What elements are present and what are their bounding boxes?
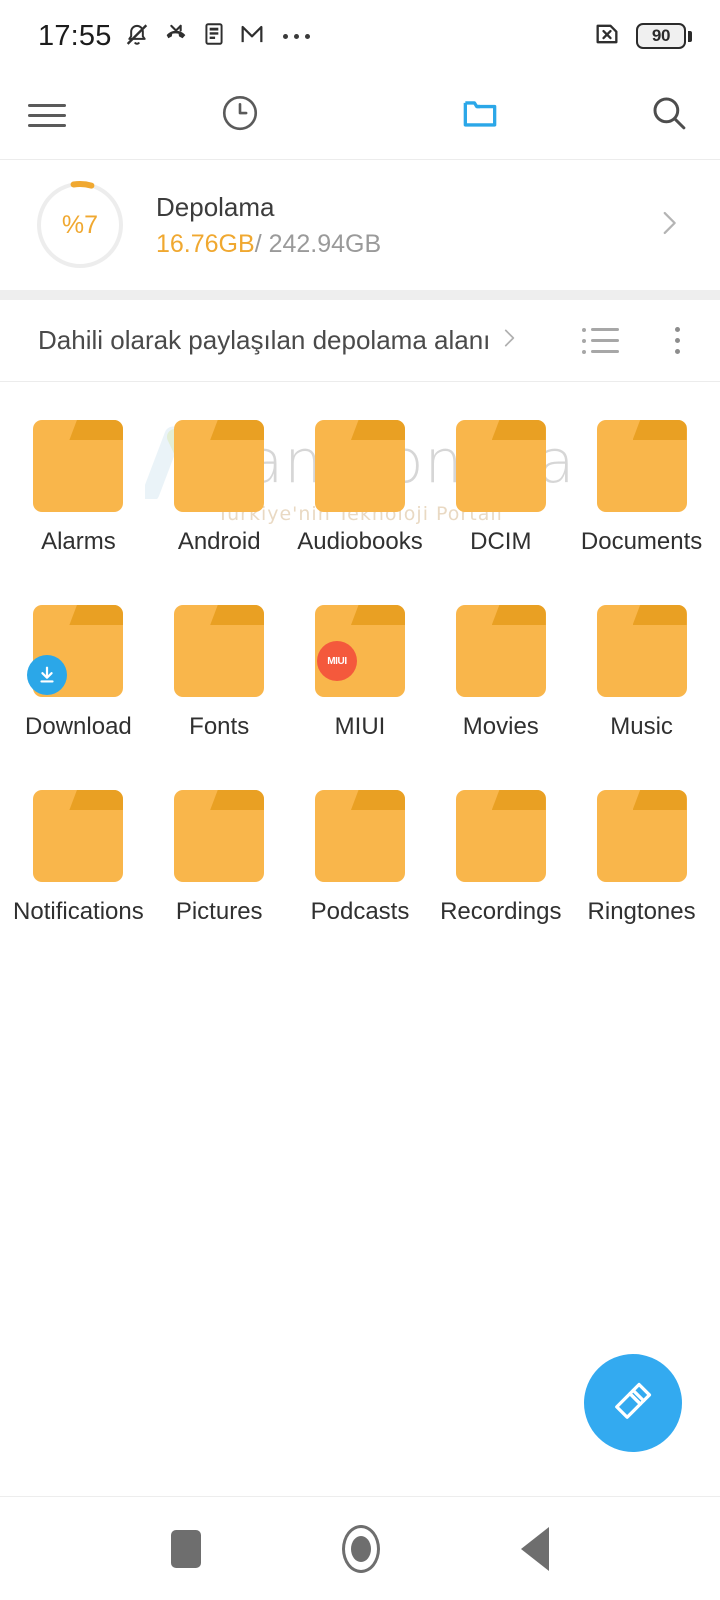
note-icon bbox=[201, 21, 227, 52]
folder-label: Movies bbox=[462, 713, 539, 740]
status-bar-left: 17:55 bbox=[38, 20, 310, 53]
folder-icon bbox=[455, 605, 546, 697]
storage-used-value: 16.76GB bbox=[156, 229, 255, 258]
folder-item[interactable]: Alarms bbox=[8, 410, 149, 595]
folder-icon bbox=[596, 790, 687, 882]
folder-icon bbox=[455, 420, 546, 512]
folder-item[interactable]: Audiobooks bbox=[290, 410, 431, 595]
more-dots-icon bbox=[282, 33, 310, 39]
chevron-right-icon bbox=[652, 206, 686, 245]
folder-label: Fonts bbox=[189, 713, 250, 740]
folder-icon bbox=[174, 420, 265, 512]
storage-usage: 16.76GB/ 242.94GB bbox=[156, 230, 381, 259]
battery-level: 90 bbox=[651, 26, 671, 45]
missed-call-icon bbox=[162, 20, 190, 53]
folder-label: Ringtones bbox=[587, 898, 696, 925]
folder-tab-icon bbox=[458, 91, 502, 140]
folder-item[interactable]: MIUI MIUI bbox=[290, 595, 431, 780]
folder-icon: MIUI bbox=[314, 605, 405, 697]
breadcrumb[interactable]: Dahili olarak paylaşılan depolama alanı bbox=[38, 325, 522, 356]
miui-badge-icon: MIUI bbox=[316, 641, 357, 681]
folder-icon bbox=[174, 790, 265, 882]
folder-icon bbox=[596, 420, 687, 512]
folder-label: MIUI bbox=[334, 713, 386, 740]
sim-error-icon bbox=[592, 20, 622, 53]
tab-folders[interactable] bbox=[360, 72, 600, 159]
folder-icon bbox=[33, 420, 124, 512]
status-bar-right: 90 bbox=[592, 20, 692, 53]
folder-label: Documents bbox=[580, 528, 703, 555]
storage-separator: / bbox=[254, 229, 269, 258]
folder-item[interactable]: Movies bbox=[430, 595, 571, 780]
folder-grid: Alarms Android Audiobooks DCIM Documents… bbox=[0, 382, 720, 965]
folder-icon bbox=[596, 605, 687, 697]
cleaner-fab-button[interactable] bbox=[584, 1354, 682, 1452]
folder-item[interactable]: Recordings bbox=[430, 780, 571, 965]
chevron-right-icon bbox=[496, 325, 522, 356]
cleaner-brush-icon bbox=[607, 1375, 659, 1432]
app-toolbar bbox=[0, 72, 720, 160]
folder-item[interactable]: DCIM bbox=[430, 410, 571, 595]
clock-recent-icon bbox=[219, 92, 261, 139]
search-button[interactable] bbox=[600, 72, 720, 159]
folder-label: Music bbox=[610, 713, 673, 740]
folder-label: Podcasts bbox=[310, 898, 410, 925]
folder-label: Audiobooks bbox=[297, 528, 423, 555]
folder-item[interactable]: Android bbox=[149, 410, 290, 595]
folder-icon bbox=[314, 790, 405, 882]
home-circle-icon[interactable] bbox=[341, 1524, 380, 1573]
storage-summary-card[interactable]: %7 Depolama 16.76GB/ 242.94GB bbox=[0, 160, 720, 290]
menu-button[interactable] bbox=[0, 72, 120, 159]
folder-icon bbox=[314, 420, 405, 512]
list-view-icon[interactable] bbox=[582, 327, 619, 354]
breadcrumb-path-label: Dahili olarak paylaşılan depolama alanı bbox=[38, 325, 491, 355]
folder-label: Android bbox=[177, 528, 261, 555]
overflow-menu-icon[interactable] bbox=[665, 323, 690, 358]
breadcrumb-actions bbox=[582, 323, 690, 358]
folder-label: Recordings bbox=[440, 898, 562, 925]
recents-square-icon[interactable] bbox=[170, 1529, 201, 1568]
folder-icon bbox=[455, 790, 546, 882]
folder-item[interactable]: Download bbox=[8, 595, 149, 780]
folder-label: Pictures bbox=[175, 898, 263, 925]
miui-badge-label: MIUI bbox=[327, 655, 347, 667]
folder-label: Download bbox=[25, 713, 132, 740]
storage-progress-ring: %7 bbox=[34, 179, 126, 271]
tab-recent[interactable] bbox=[120, 72, 360, 159]
folder-label: DCIM bbox=[470, 528, 532, 555]
folder-label: Notifications bbox=[13, 898, 144, 925]
section-divider-band bbox=[0, 290, 720, 300]
storage-total-value: 242.94GB bbox=[268, 229, 382, 258]
hamburger-menu-icon bbox=[28, 97, 66, 134]
folder-item[interactable]: Podcasts bbox=[290, 780, 431, 965]
folder-item[interactable]: Pictures bbox=[149, 780, 290, 965]
folder-icon bbox=[27, 605, 124, 697]
back-triangle-icon[interactable] bbox=[521, 1526, 550, 1571]
bell-muted-icon bbox=[123, 20, 151, 53]
battery-indicator: 90 bbox=[636, 23, 692, 49]
storage-title: Depolama bbox=[156, 191, 275, 222]
status-bar: 17:55 90 bbox=[0, 0, 720, 72]
breadcrumb-bar: Dahili olarak paylaşılan depolama alanı bbox=[0, 300, 720, 382]
folder-item[interactable]: Notifications bbox=[8, 780, 149, 965]
folder-icon bbox=[33, 790, 124, 882]
storage-text-block: Depolama 16.76GB/ 242.94GB bbox=[156, 192, 381, 259]
gmail-icon bbox=[238, 20, 266, 53]
search-icon bbox=[648, 92, 690, 139]
status-time: 17:55 bbox=[38, 19, 112, 52]
system-navigation-bar bbox=[0, 1496, 720, 1600]
storage-percent-label: %7 bbox=[61, 210, 99, 239]
folder-item[interactable]: Fonts bbox=[149, 595, 290, 780]
folder-item[interactable]: Ringtones bbox=[571, 780, 712, 965]
folder-item[interactable]: Music bbox=[571, 595, 712, 780]
folder-icon bbox=[174, 605, 265, 697]
folder-label: Alarms bbox=[41, 528, 116, 555]
folder-item[interactable]: Documents bbox=[571, 410, 712, 595]
